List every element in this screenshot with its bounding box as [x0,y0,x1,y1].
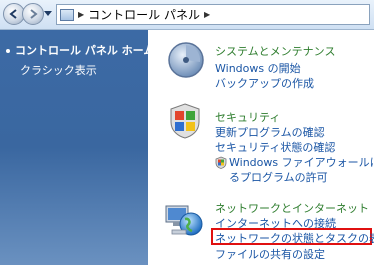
arrow-left-icon [9,9,17,19]
bullet-icon [6,49,10,53]
sidebar-item-classic-view[interactable]: クラシック表示 [20,62,97,78]
address-bar: ▶ コントロール パネル ▶ [0,0,374,30]
control-panel-icon [60,8,74,21]
link-windows-firewall[interactable]: Windows ファイアウォールによ [229,154,374,170]
link-file-sharing-settings[interactable]: ファイルの共有の設定 [215,246,325,262]
breadcrumb[interactable]: ▶ コントロール パネル ▶ [56,4,370,25]
network-globe-icon [165,205,203,236]
sidebar: コントロール パネル ホーム クラシック表示 [0,30,154,265]
link-check-security-status[interactable]: セキュリティ状態の確認 [215,139,335,155]
forward-button[interactable] [22,3,44,25]
category-title-security[interactable]: セキュリティ [215,109,280,125]
sidebar-item-label: コントロール パネル ホーム [15,44,155,57]
breadcrumb-separator-icon[interactable]: ▶ [204,10,210,19]
security-shield-icon [170,103,200,139]
breadcrumb-separator-icon[interactable]: ▶ [78,10,84,19]
link-network-status-tasks[interactable]: ネットワークの状態とタスクの表示 [215,230,374,246]
system-maintenance-icon [168,42,204,78]
category-title-system-maintenance[interactable]: システムとメンテナンス [215,43,335,59]
link-windows-start[interactable]: Windows の開始 [215,60,301,76]
link-create-backup[interactable]: バックアップの作成 [215,75,314,91]
link-allow-program[interactable]: るプログラムの許可 [229,169,328,185]
sidebar-item-control-panel-home[interactable]: コントロール パネル ホーム [6,42,154,58]
arrow-right-icon [30,9,38,19]
recent-pages-dropdown[interactable] [44,11,52,16]
category-title-network-internet[interactable]: ネットワークとインターネット [215,200,369,216]
breadcrumb-control-panel[interactable]: コントロール パネル [88,6,200,23]
category-pane: システムとメンテナンス Windows の開始 バックアップの作成 セキュリティ… [148,30,374,265]
shield-small-icon [215,156,227,169]
link-check-updates[interactable]: 更新プログラムの確認 [215,124,325,140]
